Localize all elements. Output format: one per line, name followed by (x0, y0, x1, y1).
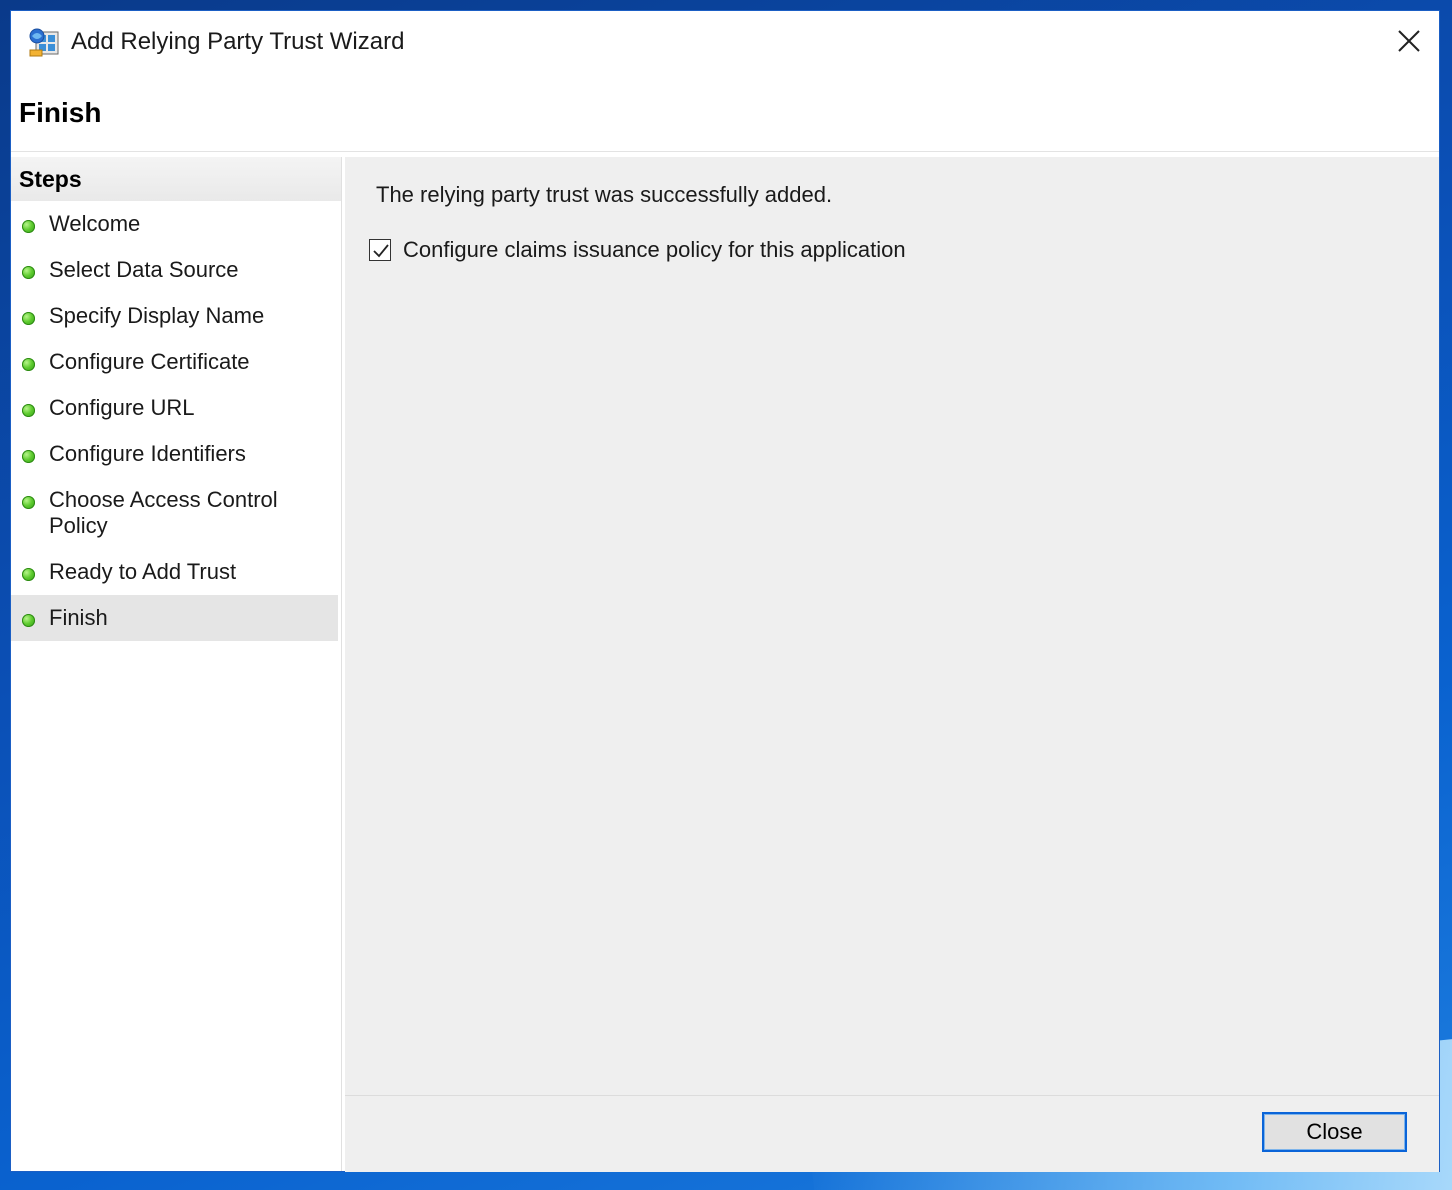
step-label: Specify Display Name (49, 303, 265, 328)
steps-pane: Steps Welcome Select Data Source Specify… (11, 157, 342, 1171)
step-finish[interactable]: Finish (11, 595, 338, 641)
claims-policy-checkbox-row[interactable]: Configure claims issuance policy for thi… (369, 237, 906, 263)
green-dot-icon (22, 614, 35, 627)
step-label: Finish (49, 605, 108, 630)
step-label: Select Data Source (49, 257, 239, 282)
step-configure-identifiers[interactable]: Configure Identifiers (11, 431, 341, 477)
step-ready-to-add-trust[interactable]: Ready to Add Trust (11, 549, 341, 595)
green-dot-icon (22, 312, 35, 325)
footer-bar: Close (345, 1095, 1439, 1172)
wizard-window: Add Relying Party Trust Wizard Finish St… (10, 10, 1440, 1172)
claims-policy-checkbox-label[interactable]: Configure claims issuance policy for thi… (403, 237, 906, 263)
step-label: Configure Identifiers (49, 441, 246, 466)
window-title: Add Relying Party Trust Wizard (71, 28, 405, 55)
step-configure-certificate[interactable]: Configure Certificate (11, 339, 341, 385)
step-configure-url[interactable]: Configure URL (11, 385, 341, 431)
title-bar: Add Relying Party Trust Wizard (11, 11, 1439, 73)
steps-header: Steps (11, 157, 341, 201)
step-label: Configure URL (49, 395, 195, 420)
step-label: Choose Access Control Policy (49, 487, 278, 538)
close-button[interactable]: Close (1262, 1112, 1407, 1152)
header-divider (11, 151, 1439, 152)
step-specify-display-name[interactable]: Specify Display Name (11, 293, 341, 339)
success-message: The relying party trust was successfully… (376, 182, 833, 207)
step-label: Welcome (49, 211, 141, 236)
claims-policy-checkbox[interactable] (369, 239, 391, 261)
green-dot-icon (22, 404, 35, 417)
green-dot-icon (22, 496, 35, 509)
page-title: Finish (19, 97, 102, 128)
close-icon[interactable] (1393, 25, 1425, 57)
step-select-data-source[interactable]: Select Data Source (11, 247, 341, 293)
green-dot-icon (22, 450, 35, 463)
content-pane: The relying party trust was successfully… (345, 157, 1439, 1095)
green-dot-icon (22, 358, 35, 371)
adfs-wizard-icon (28, 26, 62, 58)
checkmark-icon (373, 244, 389, 258)
green-dot-icon (22, 220, 35, 233)
green-dot-icon (22, 568, 35, 581)
step-label: Configure Certificate (49, 349, 250, 374)
step-label: Ready to Add Trust (49, 559, 237, 584)
step-choose-access-control-policy[interactable]: Choose Access Control Policy (11, 477, 289, 549)
green-dot-icon (22, 266, 35, 279)
step-welcome[interactable]: Welcome (11, 201, 341, 247)
